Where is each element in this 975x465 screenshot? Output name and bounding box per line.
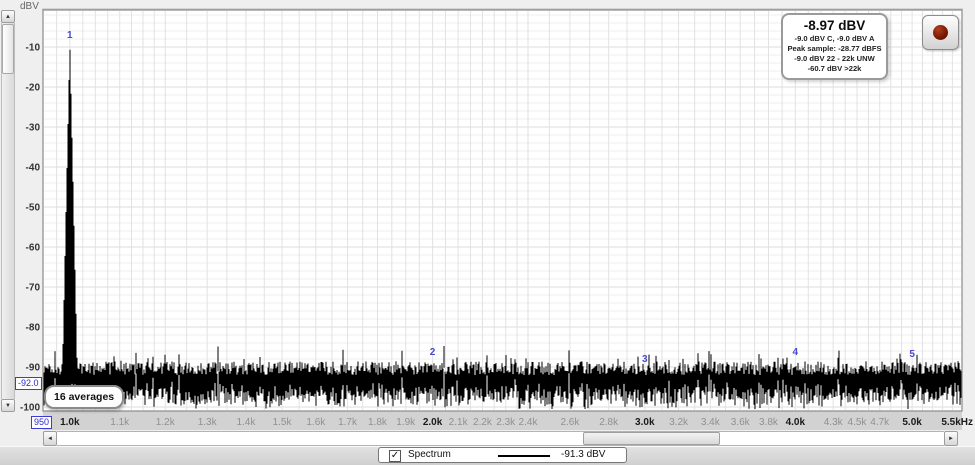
checkmark-icon: ✓ (391, 450, 399, 461)
x-tick-label: 1.7k (338, 417, 358, 428)
vertical-scrollbar: ▲ ▼ (1, 10, 15, 412)
up-arrow-icon: ▲ (5, 14, 11, 20)
info-band-level: -9.0 dBV 22 - 22k UNW (783, 54, 886, 64)
x-tick-label: 4.7k (870, 417, 890, 428)
record-icon (933, 25, 948, 40)
x-tick-label: 4.5k (848, 417, 868, 428)
right-arrow-icon: ► (948, 436, 954, 442)
x-tick-label: 3.4k (701, 417, 721, 428)
x-tick-label: 1.1k (110, 417, 130, 428)
averages-status-badge: 16 averages (44, 385, 124, 409)
spectrum-visibility-checkbox[interactable]: ✓ (389, 450, 401, 462)
y-tick-label: -50 (26, 203, 41, 214)
legend-entry-spectrum: ✓ Spectrum -91.3 dBV (378, 447, 627, 463)
averages-label: 16 averages (54, 391, 114, 403)
info-weighted-levels: -9.0 dBV C, -9.0 dBV A (783, 34, 886, 44)
horizontal-scroll-track[interactable] (57, 431, 944, 446)
y-tick-label: -20 (26, 83, 41, 94)
x-tick-label: 1.3k (198, 417, 218, 428)
harmonic-marker: 1 (67, 30, 73, 41)
x-tick-label: 5.5kHz (941, 417, 973, 428)
x-tick-label: 1.4k (236, 417, 256, 428)
measurement-info-panel: -8.97 dBV -9.0 dBV C, -9.0 dBV A Peak sa… (781, 13, 888, 80)
spectrum-analyzer-window: dBV -10-20-30-40-50-60-70-80-90-1001.0k1… (0, 0, 975, 465)
info-above-band-level: -60.7 dBV >22k (783, 64, 886, 74)
x-tick-label: 1.6k (306, 417, 326, 428)
x-tick-label: 1.8k (368, 417, 388, 428)
y-tick-label: -90 (26, 363, 41, 374)
x-tick-label: 1.5k (273, 417, 293, 428)
harmonic-marker: 3 (642, 354, 648, 365)
scroll-up-button[interactable]: ▲ (1, 10, 15, 23)
x-tick-label: 2.3k (496, 417, 516, 428)
y-tick-label: -100 (20, 403, 40, 414)
legend-current-value: -91.3 dBV (561, 449, 605, 460)
x-tick-label: 1.0k (60, 417, 80, 428)
x-tick-label: 3.6k (731, 417, 751, 428)
info-peak-sample: Peak sample: -28.77 dBFS (783, 44, 886, 54)
y-tick-label: -70 (26, 283, 41, 294)
x-tick-label: 2.2k (473, 417, 493, 428)
y-tick-label: -80 (26, 323, 41, 334)
left-arrow-icon: ◄ (47, 436, 53, 442)
x-tick-label: 2.0k (423, 417, 443, 428)
x-axis-cursor-readout[interactable]: 950 (31, 416, 52, 429)
x-tick-label: 2.8k (599, 417, 619, 428)
scroll-down-button[interactable]: ▼ (1, 399, 15, 412)
x-tick-label: 2.4k (519, 417, 539, 428)
x-tick-label: 1.9k (396, 417, 416, 428)
legend-line-sample (498, 455, 550, 457)
x-tick-label: 4.3k (824, 417, 844, 428)
scroll-right-button[interactable]: ► (944, 431, 958, 446)
horizontal-scroll-thumb[interactable] (583, 432, 720, 445)
x-tick-label: 2.1k (449, 417, 469, 428)
record-button[interactable] (922, 15, 959, 50)
harmonic-marker: 5 (909, 349, 915, 360)
harmonic-marker: 4 (793, 347, 799, 358)
legend-trace-label: Spectrum (408, 449, 451, 460)
scroll-left-button[interactable]: ◄ (43, 431, 57, 446)
vertical-scroll-track[interactable] (1, 23, 15, 399)
x-tick-label: 3.2k (669, 417, 689, 428)
y-tick-label: -30 (26, 123, 41, 134)
y-axis-cursor-readout[interactable]: -92.0 (15, 377, 42, 390)
y-tick-label: -40 (26, 163, 41, 174)
horizontal-scrollbar: ◄ ► (43, 431, 958, 446)
x-tick-label: 4.0k (786, 417, 806, 428)
y-tick-label: -10 (26, 43, 41, 54)
measurement-level-title: -8.97 dBV (783, 17, 886, 34)
down-arrow-icon: ▼ (5, 403, 11, 409)
x-tick-label: 3.8k (759, 417, 779, 428)
harmonic-marker: 2 (430, 347, 436, 358)
x-tick-label: 5.0k (902, 417, 922, 428)
y-tick-label: -60 (26, 243, 41, 254)
x-tick-label: 1.2k (156, 417, 176, 428)
x-tick-label: 3.0k (635, 417, 655, 428)
vertical-scroll-thumb[interactable] (2, 24, 14, 74)
x-tick-label: 2.6k (560, 417, 580, 428)
